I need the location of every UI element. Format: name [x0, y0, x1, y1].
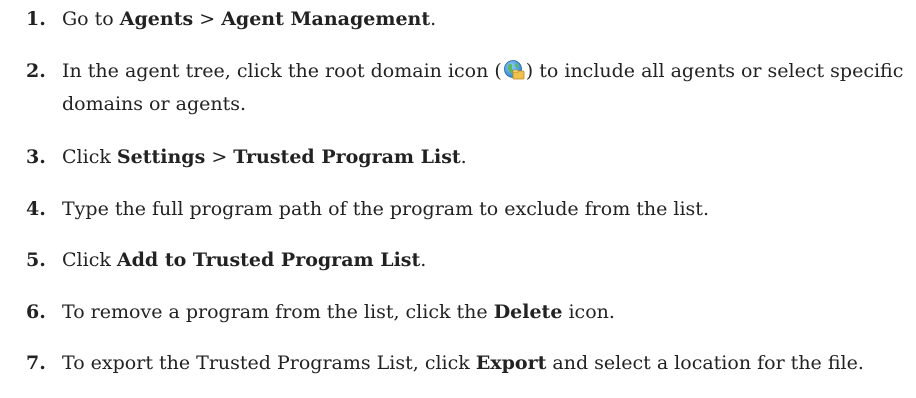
step-6: 6. To remove a program from the list, cl…	[0, 296, 916, 329]
step-text-part: In the agent tree, click the root domain…	[62, 60, 502, 82]
step-text-part: icon.	[562, 301, 615, 323]
step-1: 1. Go to Agents > Agent Management.	[0, 3, 916, 36]
step-number: 2.	[26, 60, 46, 82]
ui-term-agent-management: Agent Management	[221, 8, 431, 30]
ui-term-agents: Agents	[119, 8, 194, 30]
step-text: Type the full program path of the progra…	[62, 193, 916, 226]
ui-term-trusted-program-list: Trusted Program List	[233, 146, 461, 168]
step-text-part: To export the Trusted Programs List, cli…	[62, 352, 476, 374]
step-number: 5.	[26, 249, 46, 271]
step-7: 7. To export the Trusted Programs List, …	[0, 347, 916, 380]
step-text: To remove a program from the list, click…	[62, 296, 916, 329]
step-4: 4. Type the full program path of the pro…	[0, 193, 916, 226]
step-text-part: To remove a program from the list, click…	[62, 301, 494, 323]
step-text: Click Settings > Trusted Program List.	[62, 141, 916, 174]
step-5: 5. Click Add to Trusted Program List.	[0, 244, 916, 277]
procedure-steps: 1. Go to Agents > Agent Management. 2. I…	[0, 0, 916, 398]
step-text-part: Click	[62, 249, 117, 271]
step-text-part: >	[205, 146, 234, 168]
step-text-part: .	[420, 249, 427, 271]
step-text: To export the Trusted Programs List, cli…	[62, 347, 916, 376]
root-domain-globe-icon	[503, 59, 525, 81]
step-2: 2. In the agent tree, click the root dom…	[0, 55, 916, 121]
step-number: 3.	[26, 146, 46, 168]
step-3: 3. Click Settings > Trusted Program List…	[0, 141, 916, 174]
ui-term-add-to-trusted-program-list: Add to Trusted Program List	[116, 249, 421, 271]
step-text-part: Go to	[62, 8, 120, 30]
ui-term-export: Export	[475, 352, 547, 374]
step-text: Go to Agents > Agent Management.	[62, 3, 916, 36]
ui-term-settings: Settings	[116, 146, 206, 168]
step-text-part: .	[430, 8, 437, 30]
step-text-part: .	[460, 146, 467, 168]
step-text-part: Type the full program path of the progra…	[62, 198, 709, 220]
ui-term-delete: Delete	[493, 301, 563, 323]
step-text-part: and select a location for the file.	[546, 352, 864, 374]
step-number: 1.	[26, 8, 46, 30]
step-number: 4.	[26, 198, 46, 220]
step-number: 6.	[26, 301, 46, 323]
step-number: 7.	[26, 352, 46, 374]
step-text: Click Add to Trusted Program List.	[62, 244, 916, 277]
step-text: In the agent tree, click the root domain…	[62, 55, 916, 121]
step-text-part: >	[193, 8, 222, 30]
step-text-part: Click	[62, 146, 117, 168]
